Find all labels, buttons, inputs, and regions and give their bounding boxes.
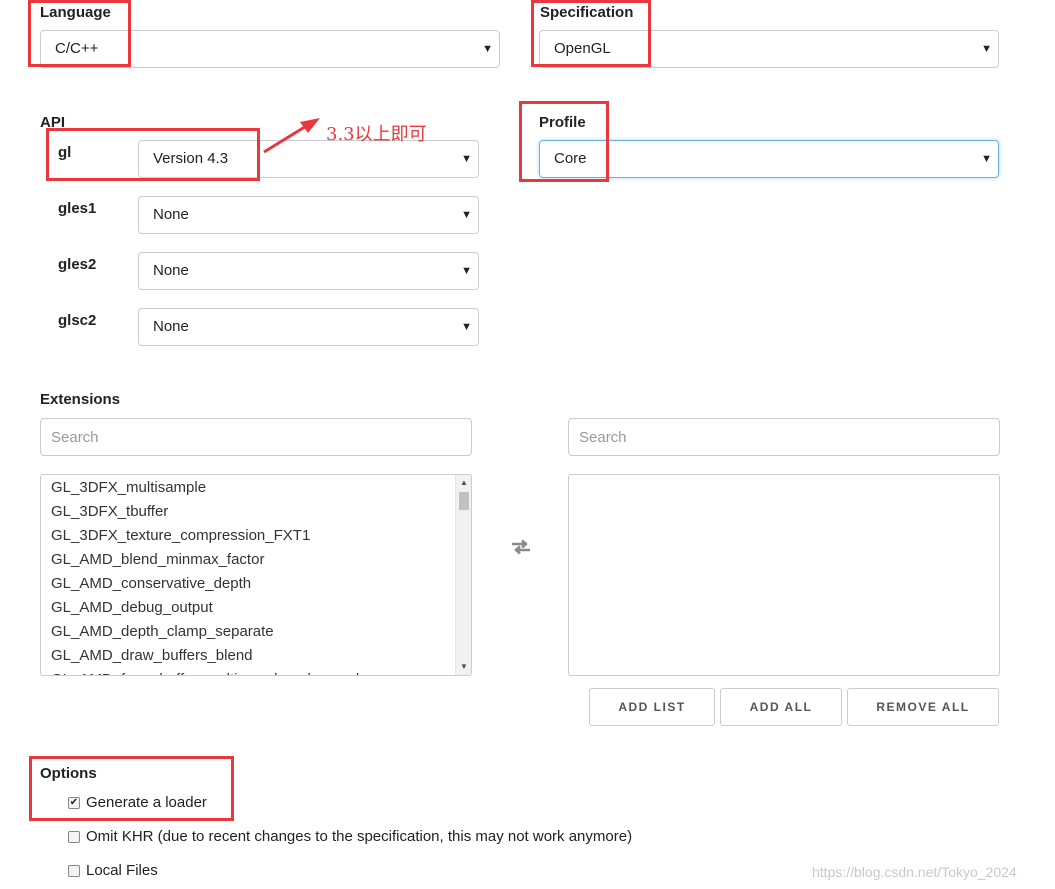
specification-select[interactable]: OpenGL ▼	[539, 30, 999, 68]
language-selected-value: C/C++	[55, 40, 99, 57]
extensions-list-scrollbar[interactable]: ▲ ▼	[455, 475, 471, 675]
annotation-arrow-icon	[263, 118, 320, 154]
swap-arrows-icon[interactable]	[509, 538, 533, 556]
list-item[interactable]: GL_3DFX_texture_compression_FXT1	[41, 524, 471, 548]
add-all-button[interactable]: ADD ALL	[720, 688, 842, 726]
api-gles2-label: gles2	[58, 256, 97, 273]
api-gl-selected-value: Version 4.3	[153, 150, 229, 167]
scroll-down-arrow-icon[interactable]: ▼	[456, 659, 471, 675]
list-item[interactable]: GL_3DFX_tbuffer	[41, 500, 471, 524]
add-list-button[interactable]: ADD LIST	[589, 688, 715, 726]
profile-selected-value: Core	[554, 150, 587, 167]
language-label: Language	[40, 4, 111, 21]
watermark-text: https://blog.csdn.net/Tokyo_2024	[812, 864, 1017, 880]
remove-all-button[interactable]: REMOVE ALL	[847, 688, 999, 726]
checkbox-checked[interactable]: ✔	[68, 796, 80, 809]
omit-khr-option[interactable]: Omit KHR (due to recent changes to the s…	[68, 828, 632, 845]
options-label: Options	[40, 765, 97, 782]
list-item[interactable]: GL_3DFX_multisample	[41, 476, 471, 500]
scrollbar-thumb[interactable]	[459, 492, 469, 510]
api-gles2-selected-value: None	[153, 262, 189, 279]
generate-loader-label: Generate a loader	[86, 794, 207, 811]
extensions-selected-list[interactable]	[568, 474, 1000, 676]
language-select[interactable]: C/C++ ▼	[40, 30, 500, 68]
list-item[interactable]: GL_AMD_conservative_depth	[41, 572, 471, 596]
local-files-label: Local Files	[86, 862, 158, 879]
extensions-selected-search-input[interactable]	[568, 418, 1000, 456]
list-item[interactable]: GL_AMD_framebuffer_multisample_advanced	[41, 668, 471, 675]
dropdown-arrow-icon: ▼	[981, 43, 992, 55]
dropdown-arrow-icon: ▼	[461, 265, 472, 277]
api-glsc2-selected-value: None	[153, 318, 189, 335]
checkbox-unchecked[interactable]	[68, 864, 80, 877]
profile-label: Profile	[539, 114, 586, 131]
profile-select[interactable]: Core ▼	[539, 140, 999, 178]
specification-label: Specification	[540, 4, 634, 21]
extensions-available-list[interactable]: GL_3DFX_multisample GL_3DFX_tbuffer GL_3…	[40, 474, 472, 676]
generate-loader-option[interactable]: ✔ Generate a loader	[68, 794, 207, 811]
dropdown-arrow-icon: ▼	[461, 153, 472, 165]
api-label: API	[40, 114, 66, 131]
api-gles2-select[interactable]: None ▼	[138, 252, 479, 290]
api-gles1-select[interactable]: None ▼	[138, 196, 479, 234]
extensions-label: Extensions	[40, 391, 121, 408]
local-files-option[interactable]: Local Files	[68, 862, 158, 879]
annotation-text: 3.3以上即可	[326, 124, 427, 145]
api-glsc2-label: glsc2	[58, 312, 97, 329]
dropdown-arrow-icon: ▼	[981, 153, 992, 165]
dropdown-arrow-icon: ▼	[482, 43, 493, 55]
omit-khr-label: Omit KHR (due to recent changes to the s…	[86, 828, 633, 845]
extensions-available-items: GL_3DFX_multisample GL_3DFX_tbuffer GL_3…	[41, 475, 471, 675]
specification-selected-value: OpenGL	[554, 40, 611, 57]
list-item[interactable]: GL_AMD_debug_output	[41, 596, 471, 620]
checkbox-unchecked[interactable]	[68, 830, 80, 843]
list-item[interactable]: GL_AMD_depth_clamp_separate	[41, 620, 471, 644]
api-gl-label: gl	[58, 144, 72, 161]
extensions-available-search-input[interactable]	[40, 418, 472, 456]
list-item[interactable]: GL_AMD_draw_buffers_blend	[41, 644, 471, 668]
api-gles1-label: gles1	[58, 200, 97, 217]
api-glsc2-select[interactable]: None ▼	[138, 308, 479, 346]
dropdown-arrow-icon: ▼	[461, 209, 472, 221]
api-gles1-selected-value: None	[153, 206, 189, 223]
list-item[interactable]: GL_AMD_blend_minmax_factor	[41, 548, 471, 572]
dropdown-arrow-icon: ▼	[461, 321, 472, 333]
scroll-up-arrow-icon[interactable]: ▲	[456, 475, 471, 491]
